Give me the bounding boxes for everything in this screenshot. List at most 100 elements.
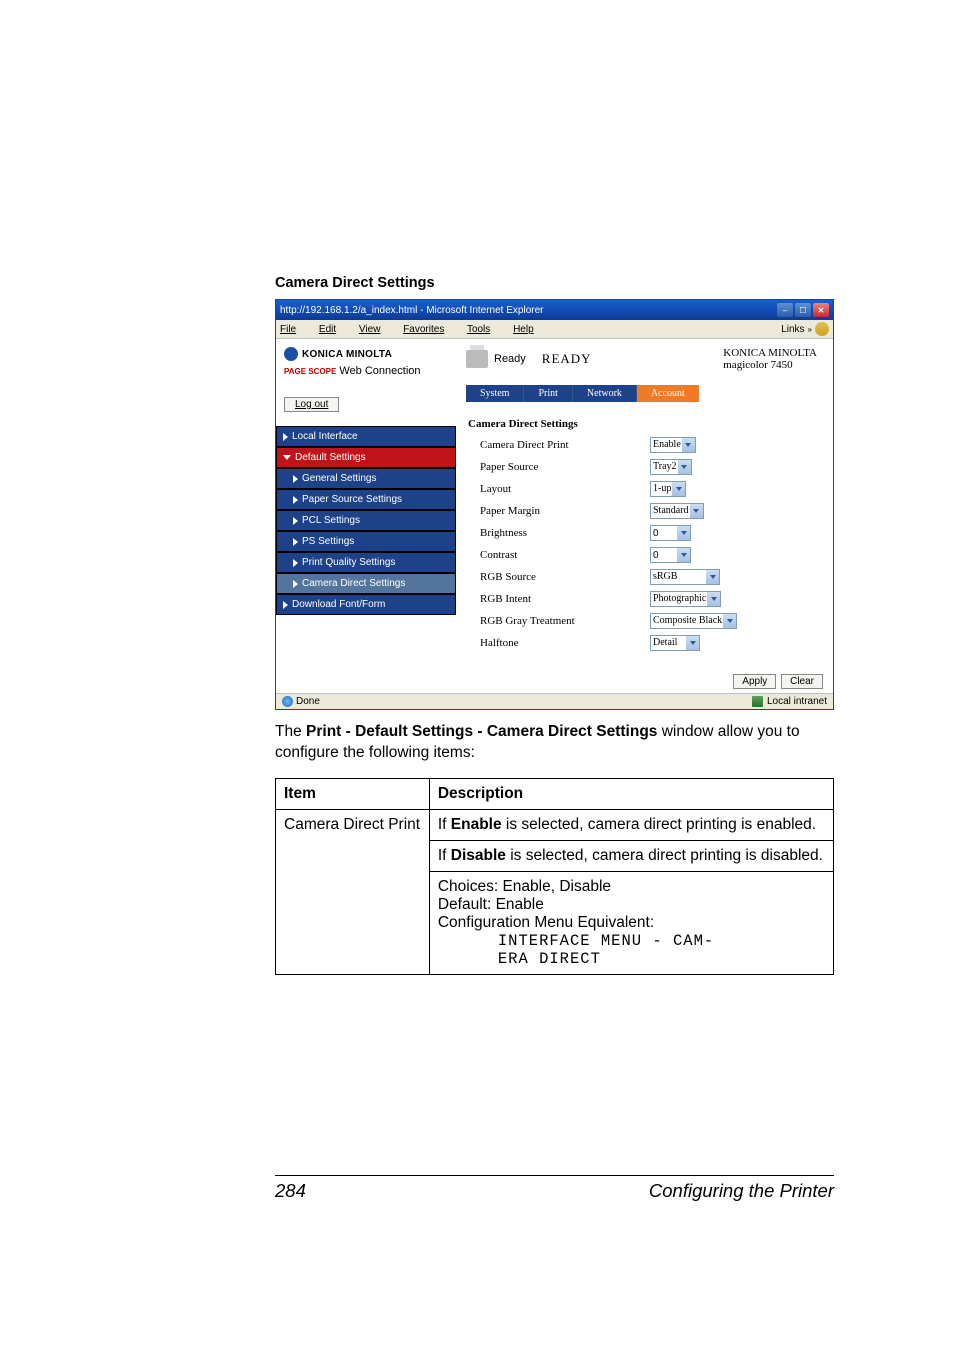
label-contrast: Contrast [480,549,650,561]
triangle-right-icon [293,559,298,567]
right-column: Ready READY KONICA MINOLTA magicolor 745… [456,339,833,693]
pagescope-brand: PAGE SCOPE Web Connection [284,365,448,377]
konica-logo: KONICA MINOLTA [284,347,448,361]
select-paper-source[interactable]: Tray2 [650,459,692,475]
device-brand: KONICA MINOLTA [723,347,817,359]
device-model: magicolor 7450 [723,359,817,371]
titlebar: http://192.168.1.2/a_index.html - Micros… [276,300,833,320]
tab-network[interactable]: Network [573,385,637,402]
tab-account[interactable]: Account [637,385,699,402]
select-camera-direct-print[interactable]: Enable [650,437,696,453]
caption-text: The Print - Default Settings - Camera Di… [275,722,834,764]
nav-general-settings[interactable]: General Settings [276,468,456,489]
th-description: Description [429,778,833,809]
tab-system[interactable]: System [466,385,524,402]
label-paper-margin: Paper Margin [480,505,650,517]
ie-globe-icon [815,322,829,336]
status-ready-big: READY [542,351,592,367]
status-ready-small: Ready [494,353,526,365]
label-rgb-source: RGB Source [480,571,650,583]
nav-ps-settings[interactable]: PS Settings [276,531,456,552]
section-heading: Camera Direct Settings [275,275,834,291]
statusbar-zone: Local intranet [767,696,827,707]
apply-button[interactable]: Apply [733,674,776,689]
chevron-down-icon [672,482,685,496]
tab-print[interactable]: Print [524,385,572,402]
chevron-down-icon [678,460,691,474]
left-column: KONICA MINOLTA PAGE SCOPE Web Connection… [276,339,456,693]
select-halftone[interactable]: Detail [650,635,700,651]
input-contrast[interactable] [650,547,678,563]
nav-download-font-form[interactable]: Download Font/Form [276,594,456,615]
side-nav: Local Interface Default Settings General… [276,426,456,615]
menu-view[interactable]: View [359,324,391,335]
chevron-down-icon [677,548,690,562]
label-halftone: Halftone [480,637,650,649]
input-brightness[interactable] [650,525,678,541]
settings-panel: Camera Direct Settings Camera Direct Pri… [456,402,833,664]
ie-window: http://192.168.1.2/a_index.html - Micros… [275,299,834,710]
statusbar-done: Done [296,696,320,707]
label-paper-source: Paper Source [480,461,650,473]
page-number: 284 [275,1180,306,1202]
td-desc-enable: If Enable is selected, camera direct pri… [429,809,833,840]
window-buttons: – ☐ ✕ [777,303,829,317]
select-rgb-source[interactable]: sRGB [650,569,720,585]
printer-icon [466,350,488,368]
nav-print-quality-settings[interactable]: Print Quality Settings [276,552,456,573]
select-layout[interactable]: 1-up [650,481,686,497]
nav-paper-source-settings[interactable]: Paper Source Settings [276,489,456,510]
nav-camera-direct-settings[interactable]: Camera Direct Settings [276,573,456,594]
links-label[interactable]: Links [781,324,804,335]
triangle-right-icon [283,601,288,609]
th-item: Item [276,778,430,809]
menubar: File Edit View Favorites Tools Help Link… [276,320,833,339]
triangle-right-icon [293,475,298,483]
tab-bar: System Print Network Account [466,385,833,402]
stepper-brightness[interactable] [678,525,691,541]
label-rgb-intent: RGB Intent [480,593,650,605]
zone-icon [752,696,763,707]
footer-text: Configuring the Printer [649,1180,834,1202]
menu-favorites[interactable]: Favorites [403,324,454,335]
window-title: http://192.168.1.2/a_index.html - Micros… [280,305,543,316]
chevron-down-icon [690,504,703,518]
chevron-down-icon [707,592,720,606]
td-desc-disable: If Disable is selected, camera direct pr… [429,840,833,871]
logout-button[interactable]: Log out [284,397,339,412]
chevron-down-icon [677,526,690,540]
select-paper-margin[interactable]: Standard [650,503,704,519]
maximize-button[interactable]: ☐ [795,303,811,317]
konica-circle-icon [284,347,298,361]
minimize-button[interactable]: – [777,303,793,317]
triangle-down-icon [283,455,291,460]
nav-local-interface[interactable]: Local Interface [276,426,456,447]
page-footer: 284 Configuring the Printer [275,1175,834,1202]
td-item: Camera Direct Print [276,809,430,974]
clear-button[interactable]: Clear [781,674,823,689]
nav-pcl-settings[interactable]: PCL Settings [276,510,456,531]
close-button[interactable]: ✕ [813,303,829,317]
done-icon [282,696,293,707]
panel-title: Camera Direct Settings [468,418,823,430]
menu-tools[interactable]: Tools [467,324,500,335]
menu-help[interactable]: Help [513,324,544,335]
pagescope-icon: PAGE SCOPE [284,367,336,376]
stepper-contrast[interactable] [678,547,691,563]
td-desc-choices: Choices: Enable, Disable Default: Enable… [429,871,833,974]
menu-file[interactable]: File [280,324,306,335]
triangle-right-icon [283,433,288,441]
select-rgb-gray[interactable]: Composite Black [650,613,737,629]
chevron-down-icon [686,636,699,650]
label-layout: Layout [480,483,650,495]
statusbar: Done Local intranet [276,693,833,709]
links-chevron-icon[interactable]: » [808,325,812,334]
label-camera-direct-print: Camera Direct Print [480,439,650,451]
select-rgb-intent[interactable]: Photographic [650,591,721,607]
triangle-right-icon [293,496,298,504]
nav-default-settings[interactable]: Default Settings [276,447,456,468]
web-connection-label: Web Connection [339,365,420,377]
konica-text: KONICA MINOLTA [302,349,392,360]
chevron-down-icon [682,438,695,452]
menu-edit[interactable]: Edit [319,324,346,335]
